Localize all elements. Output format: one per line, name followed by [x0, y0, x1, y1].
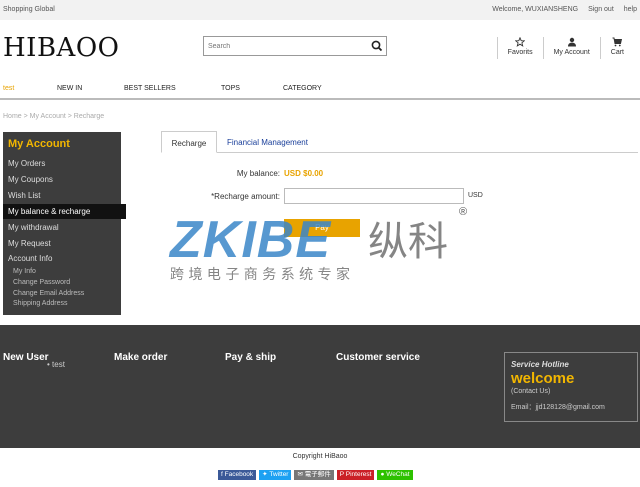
- share-email-label: 電子郵件: [304, 471, 331, 478]
- copyright: Copyright HiBaoo: [292, 453, 348, 460]
- help-link[interactable]: help: [624, 6, 637, 13]
- header-icons: Favorits My Account Cart: [496, 37, 634, 59]
- hotline-title: Service Hotline: [511, 360, 569, 369]
- share-facebook-button[interactable]: f Facebook: [218, 470, 257, 480]
- search-icon: [371, 40, 383, 52]
- share-facebook-label: Facebook: [224, 471, 254, 478]
- footer-link-test[interactable]: • test: [47, 360, 65, 369]
- watermark-logo: ZKIBE: [168, 211, 331, 269]
- site-logo[interactable]: HIBAOO: [3, 33, 119, 63]
- user-icon: [567, 37, 576, 47]
- share-twitter-label: Twitter: [269, 471, 289, 478]
- my-account-label: My Account: [553, 49, 590, 56]
- watermark: ZKIBE 纵科 ® 跨 境 电 子 商 务 系 统 专 家: [168, 205, 478, 285]
- shopping-global-link[interactable]: Shopping Global: [3, 6, 55, 13]
- footer-col-make-order: Make order: [114, 352, 168, 363]
- sidebar-subitem-my-info[interactable]: My Info: [13, 268, 36, 275]
- cart-icon: [612, 37, 623, 47]
- share-wechat-button[interactable]: ● WeChat: [377, 470, 413, 480]
- contact-us-link[interactable]: (Contact Us): [511, 388, 550, 395]
- footer: New User • test Make order Pay & ship Cu…: [0, 325, 640, 448]
- balance-label: My balance:: [236, 169, 280, 178]
- footer-col-new-user: New User: [3, 352, 49, 363]
- watermark-cn-name: 纵科: [368, 219, 448, 265]
- recharge-amount-input[interactable]: [284, 188, 464, 204]
- welcome-text: Welcome, WUXIANSHENG: [492, 6, 579, 13]
- account-links: Welcome, WUXIANSHENG Sign out help: [492, 6, 637, 13]
- nav-item-best-sellers[interactable]: BEST SELLERS: [124, 85, 176, 92]
- my-account-button[interactable]: My Account: [542, 37, 600, 59]
- nav-item-test[interactable]: test: [3, 85, 14, 92]
- share-pinterest-label: Pinterest: [345, 471, 372, 478]
- nav-item-category[interactable]: CATEGORY: [283, 85, 322, 92]
- breadcrumb: Home > My Account > Recharge: [3, 113, 105, 120]
- hotline-welcome: welcome: [511, 370, 575, 387]
- currency-label: USD: [468, 192, 483, 199]
- watermark-tagline: 跨 境 电 子 商 务 系 统 专 家: [170, 266, 350, 283]
- sidebar-subitem-shipping-address[interactable]: Shipping Address: [13, 300, 67, 307]
- cart-button[interactable]: Cart: [599, 37, 634, 59]
- recharge-amount-label: *Recharge amount:: [211, 192, 280, 201]
- share-pinterest-button[interactable]: P Pinterest: [336, 470, 375, 480]
- sidebar-subitem-change-email[interactable]: Change Email Address: [13, 290, 84, 297]
- top-bar: Shopping Global Welcome, WUXIANSHENG Sig…: [0, 0, 640, 20]
- footer-col-pay-ship: Pay & ship: [225, 352, 277, 363]
- social-share-bar: f Facebook ✦ Twitter ✉ 電子郵件 P Pinterest …: [218, 470, 413, 480]
- favorites-button[interactable]: Favorits: [496, 37, 543, 59]
- facebook-icon: f: [221, 471, 223, 478]
- tab-recharge[interactable]: Recharge: [161, 131, 217, 153]
- recharge-tabs: Recharge Financial Management: [161, 131, 638, 153]
- share-wechat-label: WeChat: [386, 471, 410, 478]
- star-icon: [515, 37, 526, 47]
- service-hotline-box: Service Hotline welcome (Contact Us) Ema…: [504, 352, 638, 422]
- sidebar-title: My Account: [8, 138, 70, 150]
- sidebar-item-balance-recharge[interactable]: My balance & recharge: [8, 207, 90, 216]
- nav-item-new-in[interactable]: NEW IN: [57, 85, 82, 92]
- sidebar-item-my-coupons[interactable]: My Coupons: [8, 175, 53, 184]
- sidebar-item-wish-list[interactable]: Wish List: [8, 191, 40, 200]
- sign-out-link[interactable]: Sign out: [588, 6, 614, 13]
- search-box: [203, 36, 387, 56]
- twitter-icon: ✦: [262, 471, 268, 478]
- wechat-icon: ●: [380, 471, 385, 478]
- search-input[interactable]: [204, 37, 364, 55]
- favorites-label: Favorits: [507, 49, 533, 56]
- tab-financial-management[interactable]: Financial Management: [227, 131, 308, 153]
- main-nav: test NEW IN BEST SELLERS TOPS CATEGORY: [0, 80, 640, 100]
- sidebar-item-my-request[interactable]: My Request: [8, 239, 51, 248]
- sidebar-subitem-change-password[interactable]: Change Password: [13, 279, 70, 286]
- share-email-button[interactable]: ✉ 電子郵件: [294, 470, 334, 480]
- pinterest-icon: P: [339, 471, 344, 478]
- email-icon: ✉: [297, 471, 303, 478]
- sidebar-item-my-orders[interactable]: My Orders: [8, 159, 45, 168]
- footer-col-customer-service: Customer service: [336, 352, 420, 363]
- search-button[interactable]: [370, 39, 384, 53]
- cart-label: Cart: [610, 49, 624, 56]
- watermark-registered-mark: ®: [459, 206, 467, 218]
- account-sidebar: My Account My Orders My Coupons Wish Lis…: [3, 132, 126, 315]
- hotline-email: Email：jjd128128@gmail.com: [511, 404, 605, 411]
- sidebar-item-account-info[interactable]: Account Info: [8, 254, 52, 263]
- balance-value: USD $0.00: [284, 169, 324, 178]
- sidebar-item-my-withdrawal[interactable]: My withdrawal: [8, 223, 59, 232]
- nav-item-tops[interactable]: TOPS: [221, 85, 240, 92]
- share-twitter-button[interactable]: ✦ Twitter: [259, 470, 292, 480]
- header: HIBAOO Favorits My Account: [0, 20, 640, 78]
